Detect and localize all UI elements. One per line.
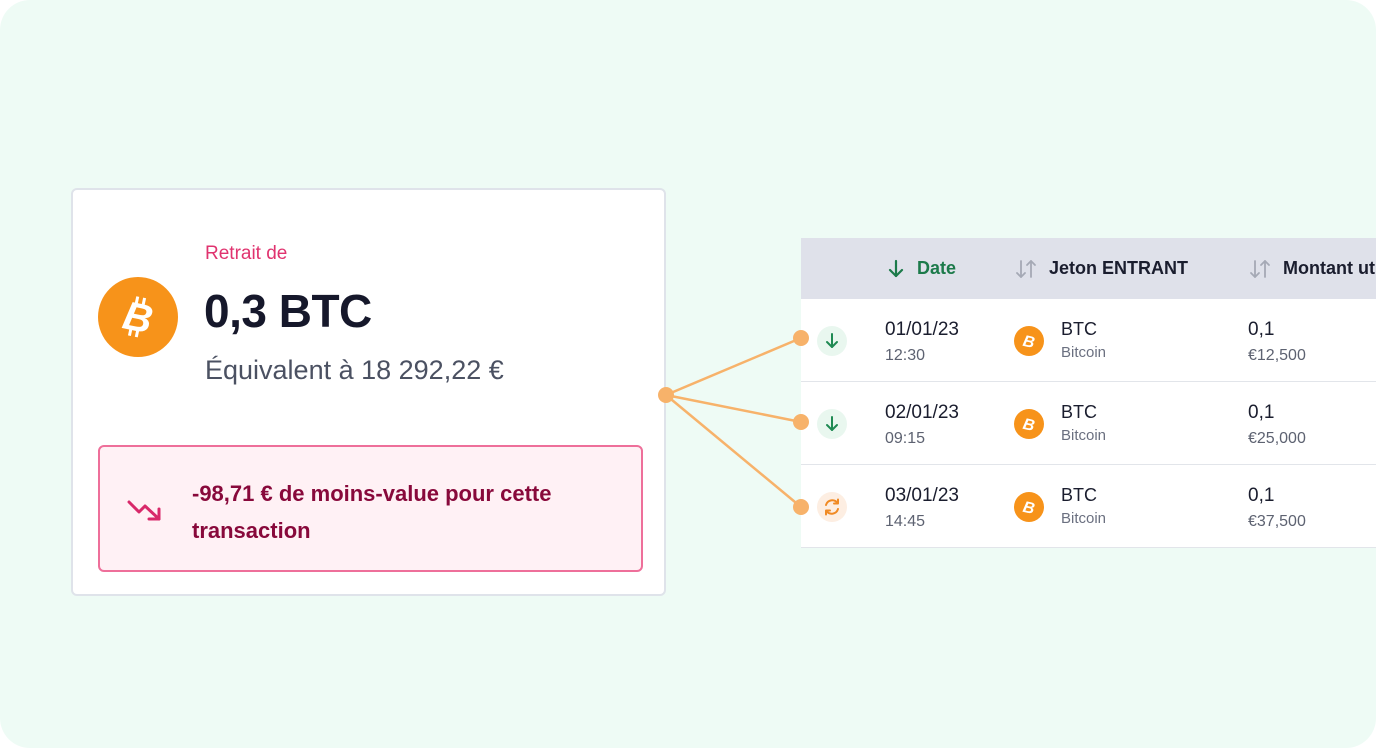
row-token-name: Bitcoin: [1061, 510, 1107, 527]
row-token-name: Bitcoin: [1061, 427, 1107, 444]
table-row[interactable]: 03/01/23 14:45 B BTC Bitcoin 0,1 €37,500: [801, 465, 1376, 548]
bitcoin-icon: B: [98, 277, 178, 357]
transactions-table: Date Jeton ENTRANT Montant ut 01/01/23 1…: [801, 238, 1376, 548]
withdrawal-label: Retrait de: [205, 243, 288, 264]
row-value: €12,500: [1248, 347, 1306, 364]
column-label: Date: [917, 258, 957, 278]
sort-icon: [1015, 258, 1037, 280]
column-header-date[interactable]: Date: [887, 238, 956, 299]
column-header-amount[interactable]: Montant ut: [1249, 238, 1375, 299]
arrow-down-icon: [887, 259, 905, 279]
connector-line: [665, 394, 802, 508]
table-row[interactable]: 01/01/23 12:30 B BTC Bitcoin 0,1 €12,500: [801, 299, 1376, 382]
row-time: 09:15: [885, 430, 926, 447]
bitcoin-icon: B: [1014, 492, 1044, 522]
row-value: €25,000: [1248, 430, 1306, 447]
capital-loss-alert: -98,71 € de moins-value pour cette trans…: [98, 445, 643, 572]
row-amount: 0,1: [1248, 485, 1275, 506]
arrow-down-icon: [817, 409, 847, 439]
withdrawal-amount: 0,3 BTC: [204, 285, 372, 337]
row-token-symbol: BTC: [1061, 319, 1097, 339]
row-amount: 0,1: [1248, 319, 1275, 340]
column-header-token-in[interactable]: Jeton ENTRANT: [1015, 238, 1188, 299]
row-amount: 0,1: [1248, 402, 1275, 423]
connector-line: [665, 336, 802, 397]
trending-down-icon: [127, 500, 161, 521]
row-time: 14:45: [885, 513, 926, 530]
withdrawal-card: B Retrait de 0,3 BTC Équivalent à 18 292…: [71, 188, 666, 596]
svg-text:B: B: [1021, 333, 1036, 350]
row-token-name: Bitcoin: [1061, 344, 1107, 361]
connector-line: [665, 393, 802, 424]
row-date: 02/01/23: [885, 402, 959, 423]
svg-text:B: B: [1021, 416, 1036, 433]
row-token-symbol: BTC: [1061, 402, 1097, 422]
svg-text:B: B: [1021, 499, 1036, 516]
column-label: Jeton ENTRANT: [1049, 258, 1188, 278]
bitcoin-icon: B: [1014, 409, 1044, 439]
canvas: B Retrait de 0,3 BTC Équivalent à 18 292…: [0, 0, 1376, 748]
column-label: Montant ut: [1283, 258, 1375, 278]
table-header: Date Jeton ENTRANT Montant ut: [801, 238, 1376, 299]
table-row[interactable]: 02/01/23 09:15 B BTC Bitcoin 0,1 €25,000: [801, 382, 1376, 465]
sort-icon: [1249, 258, 1271, 280]
row-date: 03/01/23: [885, 485, 959, 506]
withdrawal-equivalent: Équivalent à 18 292,22 €: [205, 355, 504, 385]
bitcoin-icon: B: [1014, 326, 1044, 356]
row-value: €37,500: [1248, 513, 1306, 530]
capital-loss-text: -98,71 € de moins-value pour cette trans…: [192, 481, 552, 543]
row-token-symbol: BTC: [1061, 485, 1097, 505]
swap-icon: [817, 492, 847, 522]
row-date: 01/01/23: [885, 319, 959, 340]
row-time: 12:30: [885, 347, 926, 364]
arrow-down-icon: [817, 326, 847, 356]
